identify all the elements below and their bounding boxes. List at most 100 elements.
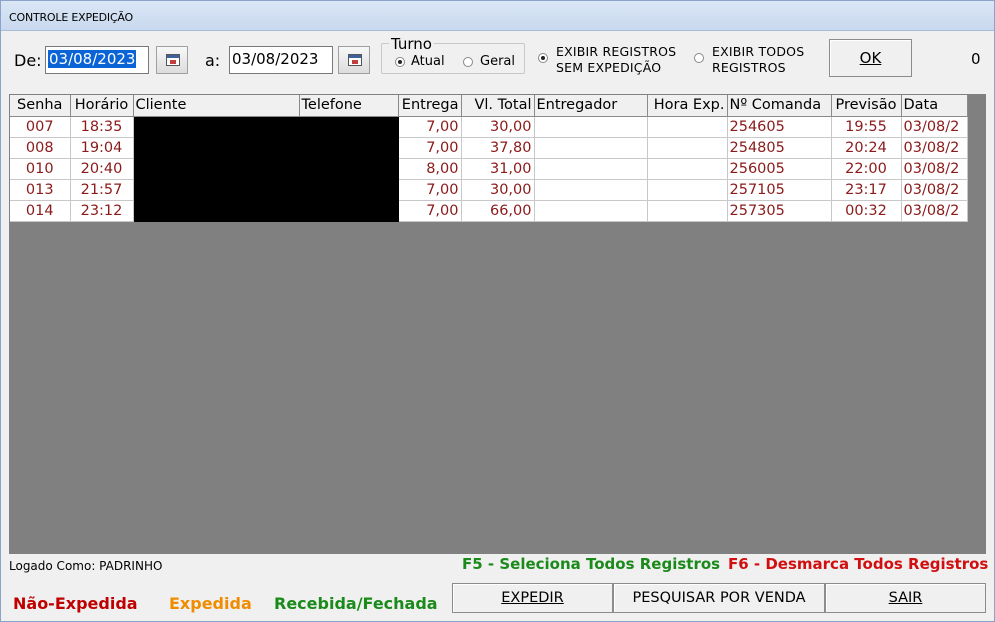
to-date-field[interactable]: 03/08/2023 [229, 46, 333, 74]
cell-senha: 007 [10, 116, 71, 138]
table-row[interactable]: 008 19:04 7,00 37,80 254805 20:24 03/08/… [10, 137, 968, 159]
show-unexpedited-line2: SEM EXPEDIÇÃO [556, 60, 662, 75]
col-entregador[interactable]: Entregador [534, 95, 648, 117]
calendar-icon [166, 54, 180, 66]
table-row[interactable]: 013 21:57 7,00 30,00 257105 23:17 03/08/… [10, 179, 968, 201]
table-row[interactable]: 010 20:40 8,00 31,00 256005 22:00 03/08/… [10, 158, 968, 180]
cell-previsao: 20:24 [831, 137, 902, 159]
from-calendar-button[interactable] [156, 46, 188, 74]
cell-cliente-redacted [133, 158, 300, 180]
cell-data: 03/08/2 [901, 158, 968, 180]
col-senha[interactable]: Senha [10, 95, 71, 117]
show-all-line1: EXIBIR TODOS [712, 44, 805, 59]
expedition-table: Senha Horário Cliente Telefone Entrega V… [10, 95, 968, 222]
cell-data: 03/08/2 [901, 200, 968, 222]
expedir-button[interactable]: EXPEDIR [452, 583, 613, 613]
cell-senha: 010 [10, 158, 71, 180]
cell-data: 03/08/2 [901, 179, 968, 201]
cell-cliente-redacted [133, 116, 300, 138]
cell-telefone-redacted [299, 179, 399, 201]
cell-horario: 20:40 [70, 158, 134, 180]
show-all-line2: REGISTROS [712, 60, 786, 75]
expedir-button-label: EXPEDIR [501, 590, 564, 606]
cell-hora-exp [647, 137, 728, 159]
cell-horario: 18:35 [70, 116, 134, 138]
cell-data: 03/08/2 [901, 116, 968, 138]
calendar-icon [348, 54, 362, 66]
from-date-value: 03/08/2023 [48, 50, 137, 68]
cell-horario: 19:04 [70, 137, 134, 159]
col-horario[interactable]: Horário [70, 95, 134, 117]
legend-recebida-fechada: Recebida/Fechada [274, 594, 438, 613]
cell-comanda: 257305 [727, 200, 832, 222]
cell-senha: 013 [10, 179, 71, 201]
cell-senha: 008 [10, 137, 71, 159]
search-by-sale-button[interactable]: PESQUISAR POR VENDA [613, 583, 825, 613]
ok-button[interactable]: OK [829, 39, 912, 77]
cell-previsao: 19:55 [831, 116, 902, 138]
cell-entregador [534, 116, 648, 138]
col-data[interactable]: Data [901, 95, 968, 117]
cell-entrega: 7,00 [398, 179, 462, 201]
record-count: 0 [971, 50, 981, 68]
show-unexpedited-line1: EXIBIR REGISTROS [556, 44, 677, 59]
to-label: a: [205, 51, 221, 70]
sair-button[interactable]: SAIR [825, 583, 986, 613]
turno-group-label: Turno [389, 35, 434, 53]
ok-button-label: OK [859, 49, 882, 67]
cell-horario: 21:57 [70, 179, 134, 201]
cell-data: 03/08/2 [901, 137, 968, 159]
col-comanda[interactable]: Nº Comanda [727, 95, 832, 117]
from-label: De: [14, 51, 42, 70]
col-entrega[interactable]: Entrega [398, 95, 462, 117]
hint-f6: F6 - Desmarca Todos Registros [728, 555, 989, 573]
cell-comanda: 257105 [727, 179, 832, 201]
show-unexpedited-label[interactable]: EXIBIR REGISTROS SEM EXPEDIÇÃO [556, 44, 676, 76]
col-vl-total[interactable]: Vl. Total [461, 95, 535, 117]
to-date-value: 03/08/2023 [232, 50, 319, 68]
sair-button-label: SAIR [888, 590, 923, 606]
cell-entrega: 7,00 [398, 116, 462, 138]
turno-atual-radio[interactable] [395, 57, 405, 67]
show-all-label[interactable]: EXIBIR TODOS REGISTROS [712, 44, 804, 76]
cell-previsao: 23:17 [831, 179, 902, 201]
turno-geral-radio[interactable] [463, 57, 473, 67]
logged-user: Logado Como: PADRINHO [9, 559, 163, 573]
to-calendar-button[interactable] [338, 46, 370, 74]
cell-vl-total: 30,00 [461, 179, 535, 201]
turno-geral-label[interactable]: Geral [480, 54, 515, 69]
cell-senha: 014 [10, 200, 71, 222]
col-cliente[interactable]: Cliente [133, 95, 300, 117]
table-row[interactable]: 007 18:35 7,00 30,00 254605 19:55 03/08/… [10, 116, 968, 138]
cell-previsao: 00:32 [831, 200, 902, 222]
from-date-field[interactable]: 03/08/2023 [45, 46, 149, 74]
table-row[interactable]: 014 23:12 7,00 66,00 257305 00:32 03/08/… [10, 200, 968, 222]
col-hora-exp[interactable]: Hora Exp. [647, 95, 728, 117]
col-telefone[interactable]: Telefone [299, 95, 399, 117]
search-by-sale-label: PESQUISAR POR VENDA [632, 590, 806, 606]
table-header-row: Senha Horário Cliente Telefone Entrega V… [10, 95, 968, 117]
title-bar: CONTROLE EXPEDIÇÃO [1, 1, 994, 31]
show-unexpedited-radio[interactable] [538, 53, 548, 63]
cell-vl-total: 31,00 [461, 158, 535, 180]
cell-telefone-redacted [299, 158, 399, 180]
expedition-window: CONTROLE EXPEDIÇÃO De: 03/08/2023 a: 03/… [0, 0, 995, 622]
cell-horario: 23:12 [70, 200, 134, 222]
hint-f5: F5 - Seleciona Todos Registros [462, 555, 721, 573]
cell-telefone-redacted [299, 116, 399, 138]
cell-vl-total: 66,00 [461, 200, 535, 222]
cell-entregador [534, 158, 648, 180]
cell-entregador [534, 137, 648, 159]
legend-expedida: Expedida [169, 594, 252, 613]
cell-cliente-redacted [133, 137, 300, 159]
cell-entregador [534, 179, 648, 201]
cell-comanda: 254805 [727, 137, 832, 159]
cell-hora-exp [647, 158, 728, 180]
show-all-radio[interactable] [694, 53, 704, 63]
cell-vl-total: 37,80 [461, 137, 535, 159]
cell-entrega: 8,00 [398, 158, 462, 180]
cell-cliente-redacted [133, 179, 300, 201]
turno-atual-label[interactable]: Atual [411, 54, 445, 69]
cell-entrega: 7,00 [398, 137, 462, 159]
col-previsao[interactable]: Previsão [831, 95, 902, 117]
